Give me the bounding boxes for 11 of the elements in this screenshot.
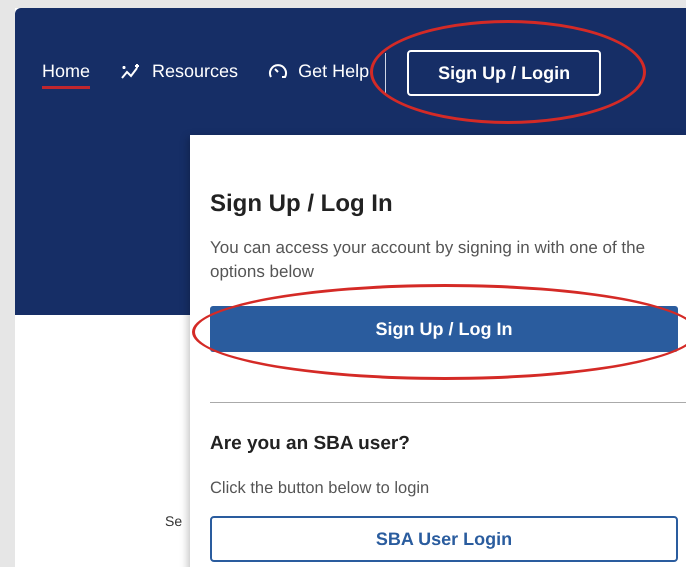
- sign-up-button[interactable]: Sign Up / Log In: [210, 306, 678, 352]
- page-text: Se: [165, 513, 182, 529]
- section-title: Are you an SBA user?: [210, 433, 411, 455]
- nav-link[interactable]: Home: [42, 57, 90, 89]
- section-text: Click the button below to login: [210, 479, 430, 498]
- nav-link[interactable]: Get Help: [268, 57, 370, 89]
- login-button[interactable]: Sign Up / Login: [407, 50, 602, 96]
- sba-login-button[interactable]: SBA User Login: [210, 516, 678, 562]
- panel-title: Sign Up / Log In: [210, 190, 394, 218]
- nav-link[interactable]: Resources: [120, 57, 238, 89]
- panel-description: You can access your account by signing in with one of the options below: [210, 237, 646, 283]
